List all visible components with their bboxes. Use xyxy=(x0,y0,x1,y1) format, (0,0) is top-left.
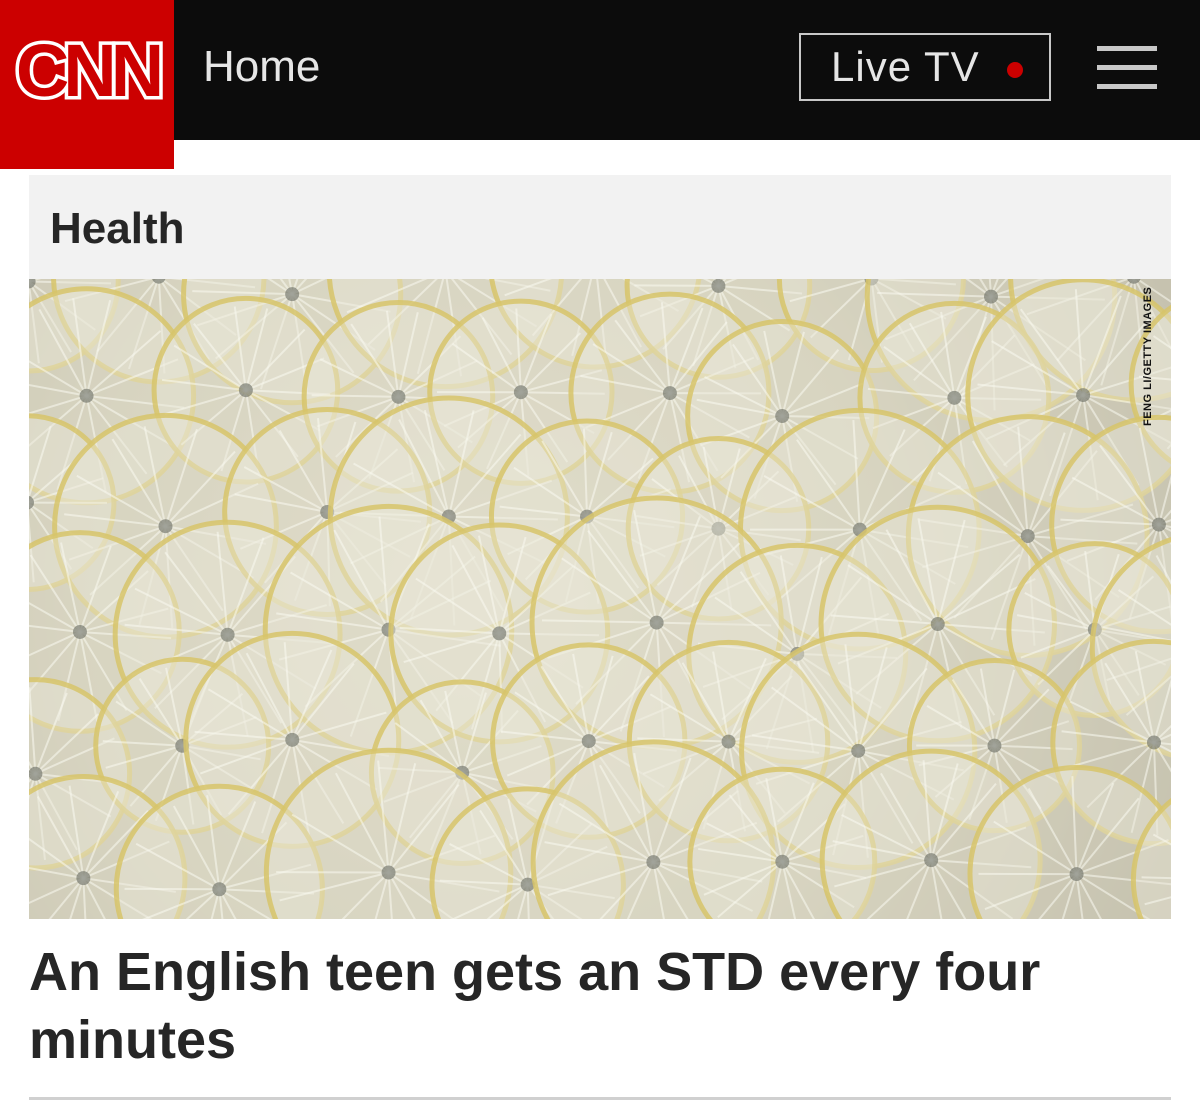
logo-text: CNN xyxy=(12,28,167,112)
section-header: Health xyxy=(29,175,1171,279)
cnn-logo[interactable]: CNN xyxy=(0,0,174,169)
photo-credit: FENG LI/GETTY IMAGES xyxy=(1142,287,1154,427)
hero-image: FENG LI/GETTY IMAGES xyxy=(29,279,1171,919)
live-tv-label: Live TV xyxy=(831,43,980,90)
live-indicator-icon xyxy=(1007,62,1023,78)
live-tv-button[interactable]: Live TV xyxy=(799,33,1051,101)
hero-photo xyxy=(29,279,1171,919)
divider xyxy=(29,1097,1171,1100)
section-label[interactable]: Health xyxy=(50,203,184,255)
home-nav-link[interactable]: Home xyxy=(203,40,320,94)
hamburger-menu-icon[interactable] xyxy=(1097,46,1157,90)
article-headline[interactable]: An English teen gets an STD every four m… xyxy=(29,938,1179,1074)
top-nav-bar: CNN Home Live TV xyxy=(0,0,1200,169)
